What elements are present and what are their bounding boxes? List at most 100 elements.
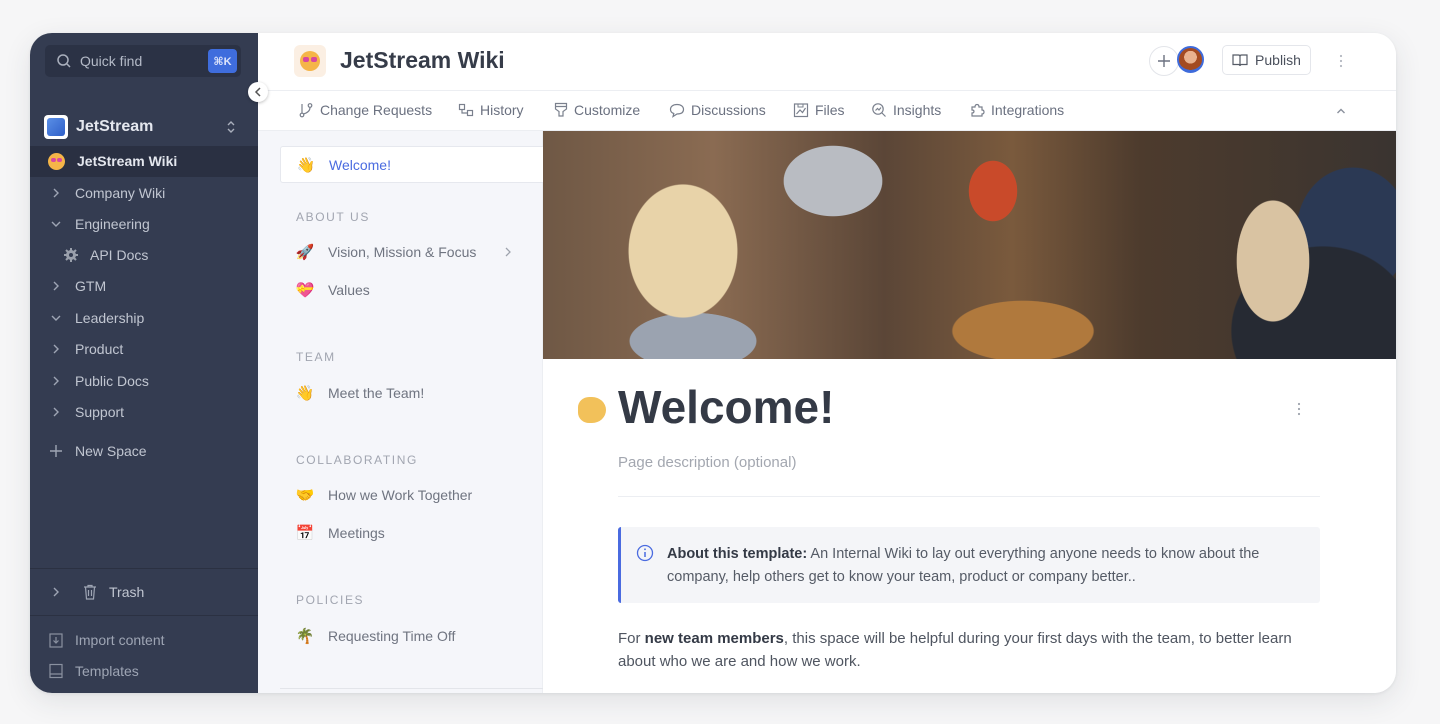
chevron-right-icon[interactable] — [50, 406, 62, 418]
sidebar-item-label: Product — [75, 341, 124, 357]
page-title[interactable]: Welcome! — [618, 380, 834, 434]
tab-files[interactable]: Files — [793, 102, 845, 118]
page-tree-item-how-we-work[interactable]: 🤝 How we Work Together — [296, 482, 526, 508]
page-tree-item-vision[interactable]: 🚀 Vision, Mission & Focus — [296, 239, 526, 265]
page-tree-item-time-off[interactable]: 🌴 Requesting Time Off — [296, 623, 526, 649]
app-window: Quick find ⌘K JetStream JetStream Wiki C… — [30, 33, 1396, 693]
heart-gift-icon: 💝 — [295, 282, 315, 299]
jetstream-logo — [44, 115, 68, 139]
tab-change-requests[interactable]: Change Requests — [298, 102, 432, 118]
callout-bold: About this template: — [667, 546, 808, 562]
import-icon — [49, 633, 63, 648]
gear-icon — [64, 248, 78, 262]
chevron-right-icon[interactable] — [50, 187, 62, 199]
sidebar-divider — [30, 615, 258, 616]
tab-history[interactable]: History — [458, 102, 524, 118]
workspace-name: JetStream — [76, 118, 154, 135]
chevron-right-icon[interactable] — [50, 375, 62, 387]
templates-label: Templates — [75, 663, 139, 679]
more-options-icon[interactable] — [1338, 54, 1344, 68]
body-bold: new team members — [644, 630, 784, 647]
sidebar-item-api-docs[interactable]: API Docs — [30, 241, 258, 269]
quick-find-button[interactable]: Quick find ⌘K — [45, 45, 241, 77]
more-options-icon[interactable] — [1296, 402, 1302, 416]
new-space-label: New Space — [75, 443, 147, 459]
tab-label: Insights — [893, 102, 942, 118]
plus-icon — [1158, 55, 1170, 67]
tab-integrations[interactable]: Integrations — [969, 102, 1064, 118]
puzzle-icon — [971, 103, 985, 117]
chevron-right-icon[interactable] — [50, 586, 62, 598]
sidebar: Quick find ⌘K JetStream JetStream Wiki C… — [30, 33, 258, 693]
page-tree-item-values[interactable]: 💝 Values — [296, 277, 526, 303]
top-bar: JetStream Wiki Publish — [258, 33, 1396, 91]
book-icon — [1232, 54, 1248, 67]
chevron-right-icon[interactable] — [50, 280, 62, 292]
body-prefix: For — [618, 630, 645, 647]
star-struck-emoji-icon — [48, 152, 65, 170]
sidebar-item-product[interactable]: Product — [30, 335, 258, 363]
sidebar-item-label: Company Wiki — [75, 185, 166, 201]
section-heading: COLLABORATING — [296, 453, 418, 467]
page-tree-item-label: Meetings — [328, 525, 385, 541]
workspace-switcher[interactable]: JetStream — [44, 113, 244, 141]
sidebar-item-gtm[interactable]: GTM — [30, 272, 258, 300]
page-tree-item-label: Vision, Mission & Focus — [328, 244, 477, 260]
user-avatar[interactable] — [1177, 46, 1204, 73]
trash-item[interactable]: Trash — [30, 578, 258, 606]
rocket-icon: 🚀 — [295, 244, 315, 261]
page-tree: 👋 Welcome! ABOUT US 🚀 Vision, Mission & … — [258, 131, 543, 693]
sidebar-item-label: GTM — [75, 278, 107, 294]
page-tree-item-meet-the-team[interactable]: 👋 Meet the Team! — [296, 380, 526, 406]
customize-icon — [554, 102, 568, 117]
palm-tree-icon: 🌴 — [295, 628, 315, 645]
chevron-right-icon[interactable] — [504, 247, 512, 257]
sidebar-item-label: Engineering — [75, 216, 150, 232]
page-tree-item-meetings[interactable]: 📅 Meetings — [296, 520, 526, 546]
branch-icon — [299, 103, 313, 118]
sidebar-item-public-docs[interactable]: Public Docs — [30, 367, 258, 395]
chevron-down-icon[interactable] — [50, 218, 62, 230]
page-tree-item-welcome[interactable]: 👋 Welcome! — [280, 146, 543, 183]
collapse-sidebar-button[interactable] — [248, 82, 268, 102]
calendar-icon: 📅 — [295, 525, 315, 542]
insights-icon — [872, 103, 886, 117]
body-paragraph: For new team members, this space will be… — [618, 627, 1328, 673]
tab-insights[interactable]: Insights — [871, 102, 941, 118]
sidebar-item-engineering[interactable]: Engineering — [30, 210, 258, 238]
space-title: JetStream Wiki — [340, 47, 505, 73]
waving-hand-icon[interactable] — [578, 397, 606, 423]
page-description-input[interactable]: Page description (optional) — [618, 454, 796, 471]
sidebar-item-jetstream-wiki[interactable]: JetStream Wiki — [30, 147, 258, 175]
chevron-right-icon[interactable] — [50, 343, 62, 355]
cover-image[interactable] — [543, 131, 1396, 359]
section-heading: TEAM — [296, 350, 336, 364]
sidebar-item-leadership[interactable]: Leadership — [30, 304, 258, 332]
add-member-button[interactable] — [1149, 46, 1179, 76]
chevron-left-icon — [254, 87, 261, 97]
sidebar-item-support[interactable]: Support — [30, 398, 258, 426]
page-tree-item-label: Requesting Time Off — [328, 628, 456, 644]
page-tree-item-label: Values — [328, 282, 370, 298]
tab-discussions[interactable]: Discussions — [669, 102, 766, 118]
main-area: JetStream Wiki Publish Change Requests H… — [258, 33, 1396, 693]
callout-text: About this template: An Internal Wiki to… — [667, 543, 1307, 589]
chevron-down-icon[interactable] — [50, 312, 62, 324]
waving-hand-icon: 👋 — [295, 385, 315, 402]
tab-customize[interactable]: Customize — [554, 102, 640, 118]
space-emoji-icon[interactable] — [294, 45, 326, 77]
sidebar-item-label: API Docs — [90, 247, 149, 263]
templates-button[interactable]: Templates — [30, 658, 258, 684]
publish-button[interactable]: Publish — [1222, 45, 1311, 75]
chevron-up-icon[interactable] — [1336, 106, 1346, 116]
new-space-button[interactable]: New Space — [30, 437, 258, 465]
chevron-up-down-icon — [227, 121, 235, 133]
quick-find-label: Quick find — [80, 53, 143, 69]
tab-label: Integrations — [991, 102, 1065, 118]
search-icon — [57, 54, 71, 68]
tab-label: History — [480, 102, 524, 118]
sidebar-item-company-wiki[interactable]: Company Wiki — [30, 179, 258, 207]
info-icon — [636, 544, 654, 562]
page-tree-divider — [280, 688, 543, 689]
import-content-button[interactable]: Import content — [30, 627, 258, 653]
